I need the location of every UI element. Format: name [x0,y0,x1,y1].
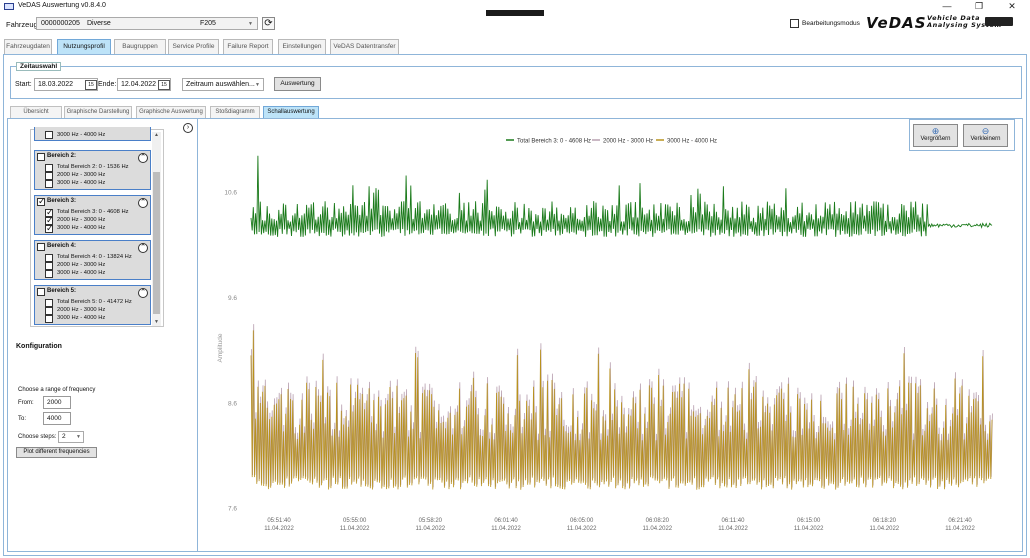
calendar-icon[interactable]: 15 [85,80,97,90]
bereich-1-partial: 3000 Hz - 4000 Hz [34,127,151,141]
x-tick-date: 11.04.2022 [340,526,370,532]
tab-failure-report[interactable]: Failure Report [223,39,273,54]
y-tick-label: 9.6 [228,295,237,302]
auswertung-button[interactable]: Auswertung [274,77,321,91]
collapse-icon[interactable]: ⌃ [138,198,148,208]
bereich-3-checkbox[interactable] [37,196,46,207]
tab-schallauswertung[interactable]: Schallauswertung [263,106,319,118]
vehicle-id: 0000000205 [41,20,80,27]
frequency-range-label: Choose a range of frequency [18,387,96,393]
bereich-2-checkbox[interactable] [37,153,45,161]
edit-mode-label: Bearbeitungsmodus [802,20,860,27]
bereich-2-group: Bereich 2: ⌃ Total Bereich 2: 0 - 1536 H… [34,150,151,190]
collapse-icon[interactable]: ⌃ [138,243,148,253]
x-tick-time: 06:18:20 [873,518,897,524]
x-tick-date: 11.04.2022 [416,526,446,532]
refresh-button[interactable]: ⟳ [262,17,275,30]
plot-frequencies-button[interactable]: Plot different frequencies [16,447,97,458]
x-tick-time: 06:21:40 [948,518,972,524]
x-tick-date: 11.04.2022 [491,526,521,532]
start-label: Start: [15,81,32,88]
tab-vedas-datentransfer[interactable]: VeDAS Datentransfer [330,39,399,54]
x-tick-date: 11.04.2022 [794,526,824,532]
bereich-5-group: Bereich 5: ⌃ Total Bereich 5: 0 - 41472 … [34,285,151,325]
tab-nutzungsprofil[interactable]: Nutzungsprofil [57,39,111,54]
from-label: From: [18,400,34,406]
x-tick-time: 06:15:00 [797,518,821,524]
to-label: To: [18,416,27,422]
tab-uebersicht[interactable]: Übersicht [10,106,62,118]
app-icon [4,3,14,10]
series-line-total-bereich-3 [250,155,993,237]
series-line-3000-4000 [250,330,993,490]
tab-graphische-auswertung[interactable]: Graphische Auswertung [136,106,206,118]
steps-select[interactable]: 2 ▼ [58,431,84,443]
y-tick-label: 10.6 [224,190,237,197]
bereich-3-group: Bereich 3: ⌃ Total Bereich 3: 0 - 4608 H… [34,195,151,235]
collapse-icon[interactable]: ⌃ [138,153,148,163]
minimize-button[interactable]: — [931,0,963,13]
legend-label: Total Bereich 3: 0 - 4608 Hz [517,139,591,145]
y-tick-label: 7.6 [228,506,237,513]
vehicle-name: Diverse [87,20,111,27]
tab-einstellungen[interactable]: Einstellungen [278,39,326,54]
tab-fahrzeugdaten[interactable]: Fahrzeugdaten [4,39,52,54]
refresh-icon: ⟳ [264,18,273,29]
vedas-logo: VeDAS [866,14,927,32]
tab-baugruppen[interactable]: Baugruppen [114,39,166,54]
collapse-icon[interactable]: ⌃ [138,288,148,298]
x-tick-date: 11.04.2022 [643,526,673,532]
legend-label: 3000 Hz - 4000 Hz [667,139,717,145]
x-tick-time: 05:51:40 [267,518,291,524]
bereich-4-group: Bereich 4: ⌃ Total Bereich 4: 0 - 13824 … [34,240,151,280]
title-bar-grip [486,10,544,16]
konfiguration-title: Konfiguration [16,343,62,350]
x-tick-date: 11.04.2022 [870,526,900,532]
to-input[interactable]: 4000 [43,412,71,425]
calendar-icon[interactable]: 15 [158,80,170,90]
x-tick-date: 11.04.2022 [945,526,975,532]
x-tick-time: 05:55:00 [343,518,367,524]
x-tick-time: 06:01:40 [494,518,518,524]
x-tick-time: 06:11:40 [722,518,746,524]
y-axis-label: Amplitude [217,333,224,362]
window-title: VeDAS Auswertung v0.8.4.0 [18,2,106,9]
truck-icon [985,17,1013,26]
amplitude-chart[interactable]: Total Bereich 3: 0 - 4608 Hz 2000 Hz - 30… [198,128,1018,552]
x-tick-time: 06:05:00 [570,518,594,524]
tab-service-profile[interactable]: Service Profile [168,39,219,54]
range-select[interactable]: Zeitraum auswählen... ▼ [182,78,264,91]
steps-label: Choose steps: [18,434,57,440]
x-tick-date: 11.04.2022 [718,526,748,532]
legend-label: 2000 Hz - 3000 Hz [603,139,653,145]
vehicle-select[interactable]: 0000000205 Diverse F205 ▼ [36,17,258,30]
chevron-down-icon: ▼ [248,21,253,27]
tab-stossdiagramm[interactable]: Stoßdiagramm [210,106,260,118]
x-tick-time: 05:58:20 [419,518,443,524]
scroll-up-icon[interactable]: ▲ [152,131,161,139]
vehicle-code: F205 [200,20,216,27]
x-tick-date: 11.04.2022 [264,526,294,532]
scrollbar-thumb[interactable] [153,172,160,314]
bereich-4-checkbox[interactable] [37,243,45,251]
scroll-down-icon[interactable]: ▼ [152,318,161,326]
from-input[interactable]: 2000 [43,396,71,409]
x-tick-date: 11.04.2022 [567,526,597,532]
end-label: Ende: [98,81,117,88]
panel-toggle-chevron-icon[interactable]: › [183,123,193,133]
chevron-down-icon: ▼ [255,82,260,88]
close-button[interactable]: ✕ [996,0,1028,13]
chevron-down-icon: ▼ [76,434,81,440]
vehicle-label: Fahrzeug: [6,20,40,29]
x-tick-time: 06:08:20 [646,518,670,524]
zeitauswahl-title: Zeitauswahl [16,62,62,71]
tab-graphische-darstellung[interactable]: Graphische Darstellung [64,106,132,118]
maximize-button[interactable]: ❐ [963,0,995,13]
bereich-5-checkbox[interactable] [37,288,45,296]
edit-mode-checkbox[interactable] [790,19,799,28]
y-tick-label: 8.6 [228,400,237,407]
